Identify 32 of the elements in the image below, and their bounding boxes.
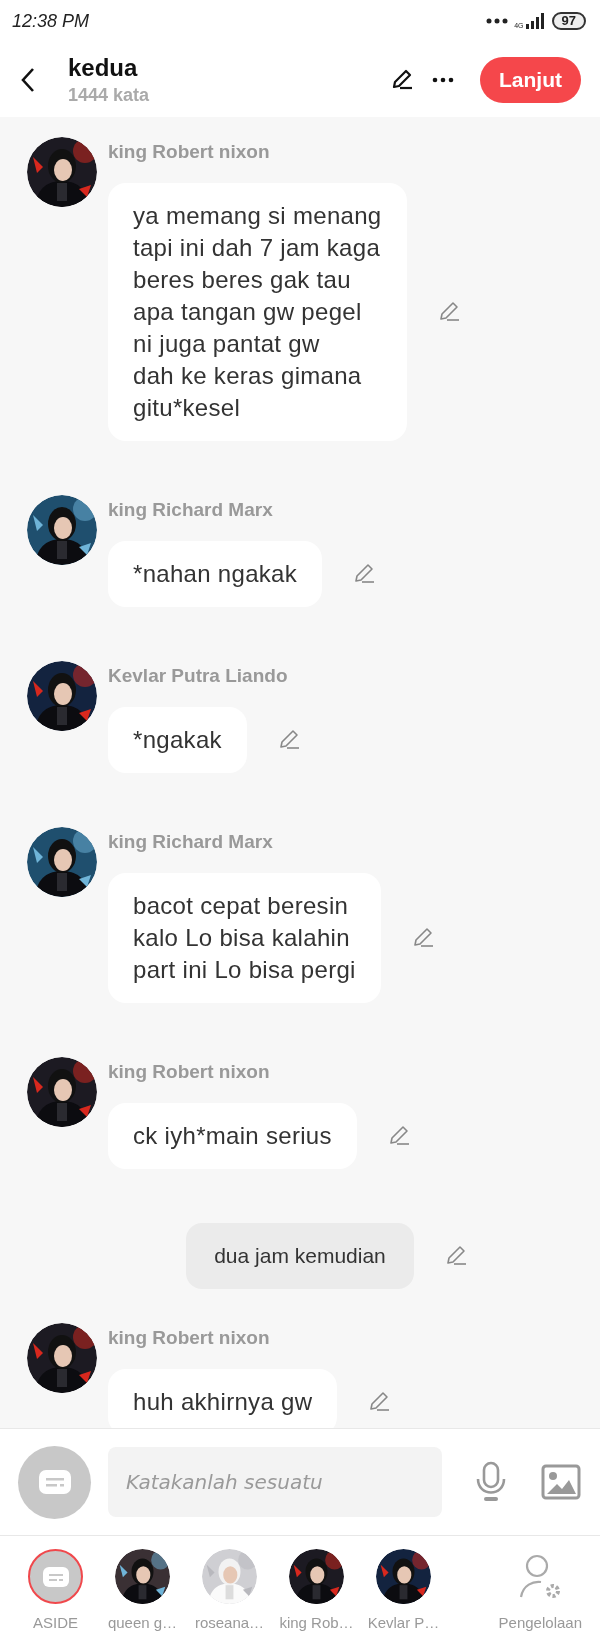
- message-bubble: ck iyh*main serius: [108, 1103, 357, 1169]
- cast-member[interactable]: queen g…: [99, 1549, 186, 1647]
- sender-name: king Robert nixon: [108, 140, 271, 164]
- next-button[interactable]: Lanjut: [480, 56, 581, 103]
- cast-member[interactable]: king Rob…: [273, 1549, 360, 1647]
- signal-icon: [525, 13, 546, 29]
- more-icon[interactable]: [432, 76, 454, 83]
- sender-name: king Richard Marx: [108, 498, 274, 522]
- message-bubble: *ngakak: [108, 707, 247, 773]
- chat-icon: [41, 1565, 70, 1588]
- sender-name: king Robert nixon: [108, 1326, 271, 1350]
- message-bubble: bacot cepat beresin kalo Lo bisa kalahin part ini Lo bisa pergi: [108, 873, 381, 1003]
- story-title: kedua: [68, 52, 139, 83]
- image-icon[interactable]: [541, 1464, 581, 1500]
- cast-member[interactable]: roseana…: [186, 1549, 273, 1647]
- narration-bubble: dua jam kemudian: [186, 1223, 414, 1289]
- manage-button[interactable]: Pengelolaan: [498, 1549, 582, 1647]
- cast-member[interactable]: ASIDE: [12, 1549, 99, 1647]
- battery-level: 97: [551, 12, 586, 30]
- message-bubble: huh akhirnya gw: [108, 1369, 338, 1428]
- cast-member[interactable]: Kevlar P…: [360, 1549, 447, 1647]
- sender-name: king Robert nixon: [108, 1060, 271, 1084]
- message-field[interactable]: Katakanlah sesuatu: [108, 1447, 442, 1517]
- sender-name: Kevlar Putra Liando: [108, 664, 289, 688]
- more-icon: [486, 18, 509, 24]
- word-count: 1444 kata: [68, 83, 151, 107]
- sender-name: king Richard Marx: [108, 830, 274, 854]
- status-time: 12:38 PM: [12, 10, 90, 32]
- chat-icon: [36, 1468, 73, 1496]
- message-bubble: *nahan ngakak: [108, 541, 323, 607]
- microphone-icon[interactable]: [475, 1461, 507, 1503]
- message-bubble: ya memang si menang tapi ini dah 7 jam kaga beres beres gak tau apa tangan gw pegel ni juga pantat gw dah ke keras gimana gitu*kesel: [108, 183, 407, 441]
